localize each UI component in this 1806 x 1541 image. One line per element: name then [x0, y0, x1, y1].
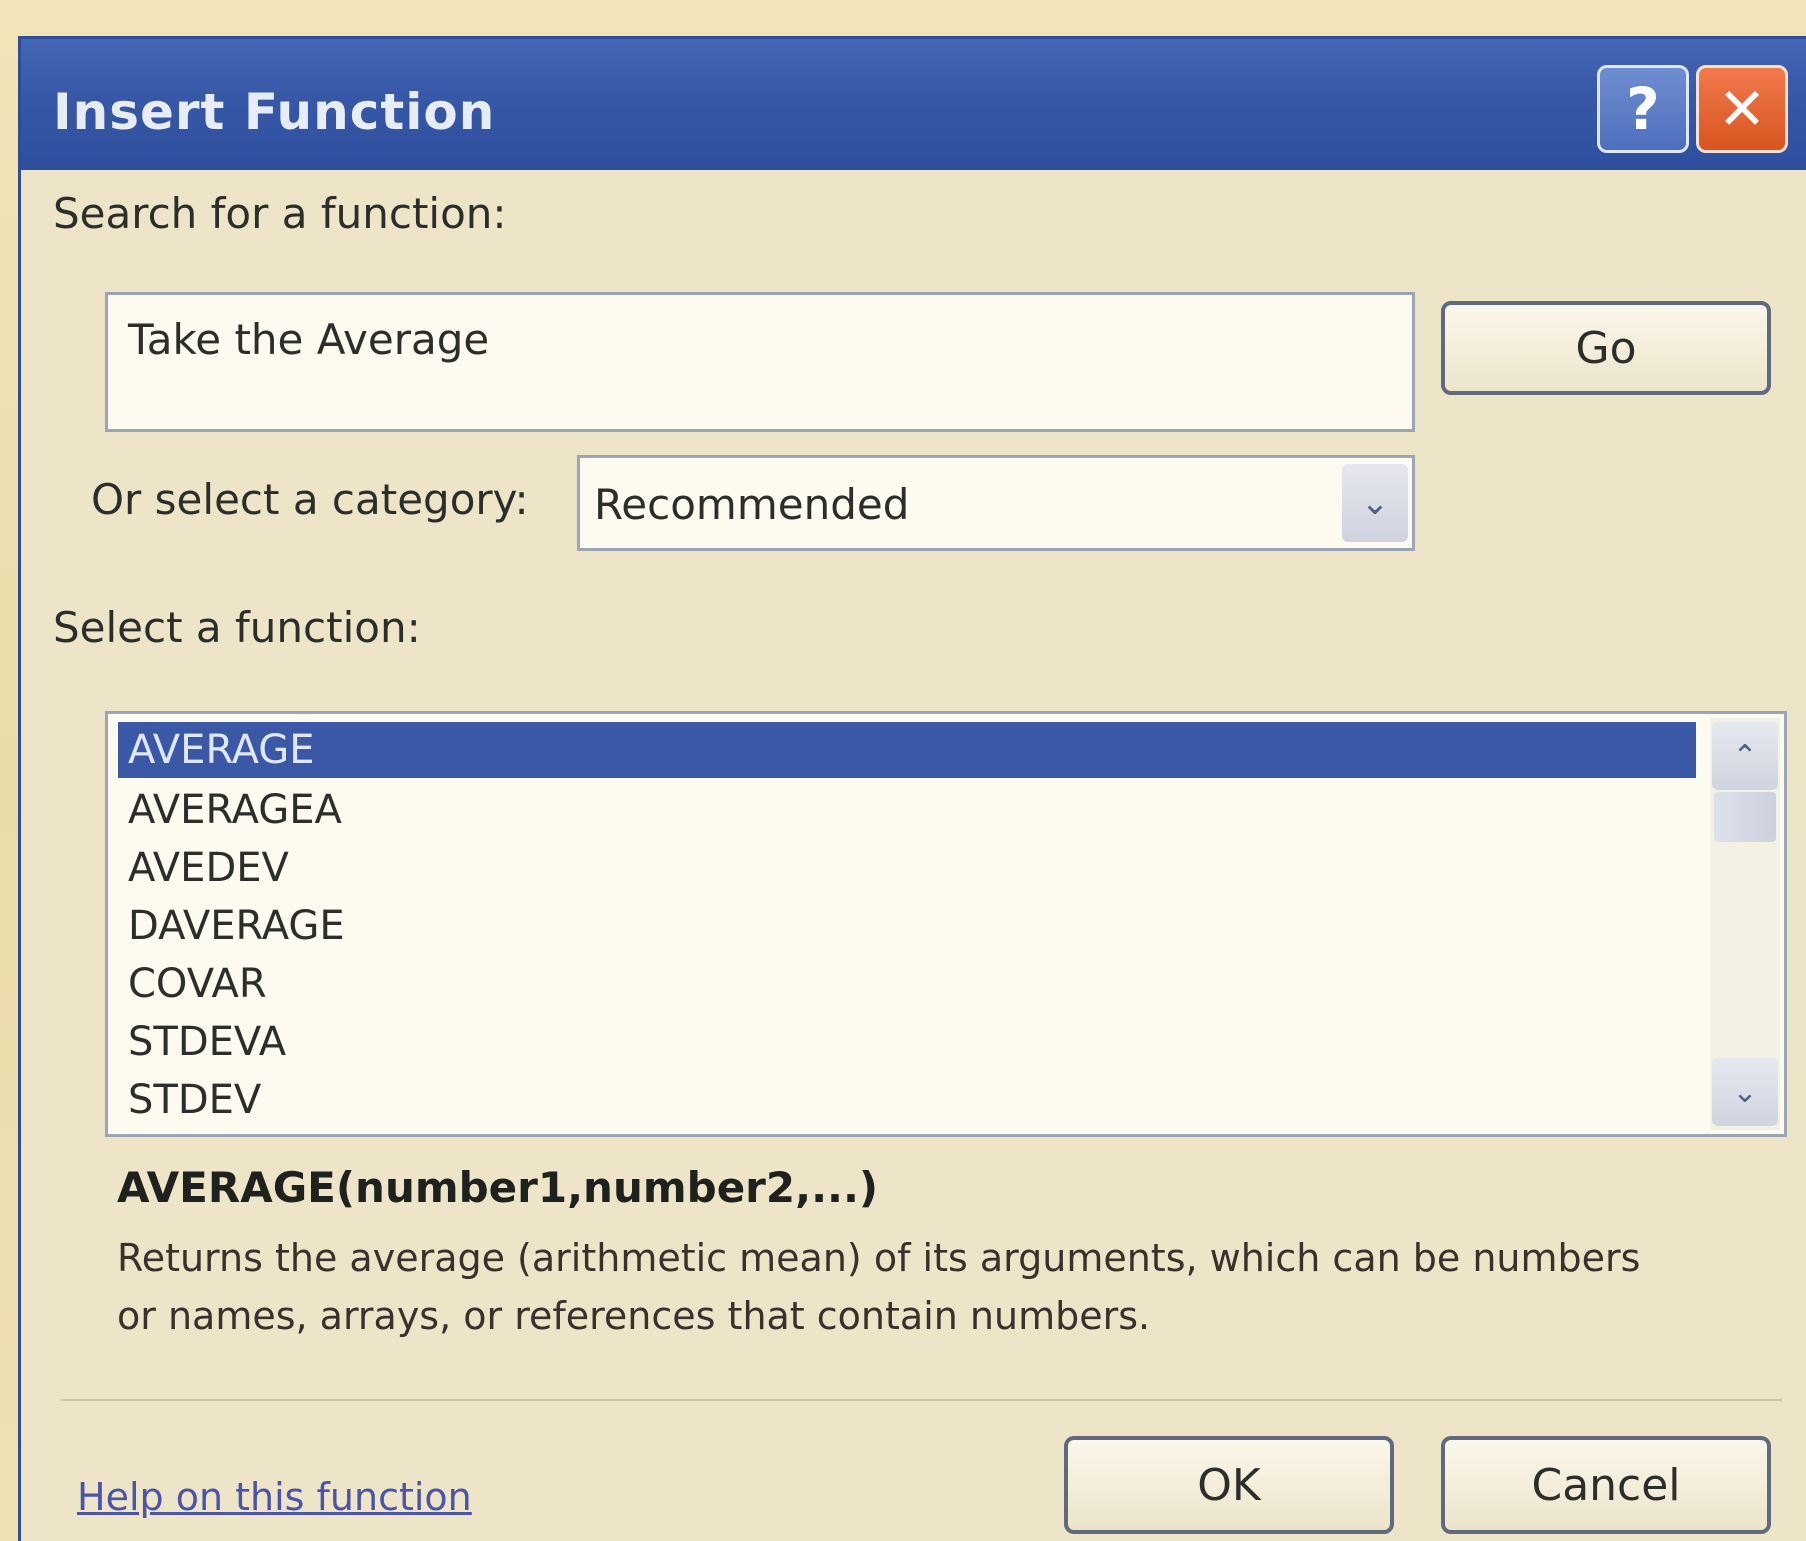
scroll-down-icon[interactable]: ⌄: [1712, 1058, 1778, 1126]
list-item[interactable]: STDEVA: [118, 1014, 1696, 1070]
dialog-title: Insert Function: [53, 83, 496, 141]
search-input-value: Take the Average: [128, 315, 490, 364]
list-item[interactable]: AVEDEV: [118, 840, 1696, 896]
insert-function-dialog: Insert Function ? ✕ Search for a functio…: [18, 36, 1806, 1541]
list-item[interactable]: STDEV: [118, 1072, 1696, 1128]
category-select[interactable]: Recommended ⌄: [577, 455, 1415, 551]
cancel-button[interactable]: Cancel: [1441, 1436, 1771, 1534]
scroll-thumb[interactable]: [1714, 792, 1776, 842]
function-listbox[interactable]: AVERAGE AVERAGEA AVEDEV DAVERAGE COVAR S…: [105, 711, 1787, 1137]
list-item[interactable]: DAVERAGE: [118, 898, 1696, 954]
close-button[interactable]: ✕: [1696, 65, 1788, 153]
footer-divider: [61, 1399, 1782, 1401]
list-item-selected[interactable]: AVERAGE: [118, 722, 1696, 778]
list-item[interactable]: COVAR: [118, 956, 1696, 1012]
help-on-function-link[interactable]: Help on this function: [77, 1475, 472, 1519]
vertical-scrollbar[interactable]: ⌃ ⌄: [1710, 718, 1780, 1130]
category-selected-value: Recommended: [594, 480, 910, 529]
list-item[interactable]: AVERAGEA: [118, 782, 1696, 838]
search-input[interactable]: Take the Average: [105, 292, 1415, 432]
close-icon: ✕: [1717, 75, 1767, 143]
function-signature: AVERAGE(number1,number2,...): [117, 1163, 879, 1212]
category-label: Or select a category:: [91, 475, 529, 524]
chevron-down-icon[interactable]: ⌄: [1342, 464, 1408, 542]
title-bar: Insert Function ? ✕: [21, 39, 1806, 170]
function-description: Returns the average (arithmetic mean) of…: [117, 1236, 1641, 1338]
scroll-up-icon[interactable]: ⌃: [1712, 722, 1778, 790]
question-mark-icon: ?: [1626, 75, 1660, 143]
ok-button[interactable]: OK: [1064, 1436, 1394, 1534]
help-button[interactable]: ?: [1597, 65, 1689, 153]
function-list-label: Select a function:: [53, 603, 421, 652]
search-label: Search for a function:: [53, 189, 507, 238]
go-button[interactable]: Go: [1441, 301, 1771, 395]
